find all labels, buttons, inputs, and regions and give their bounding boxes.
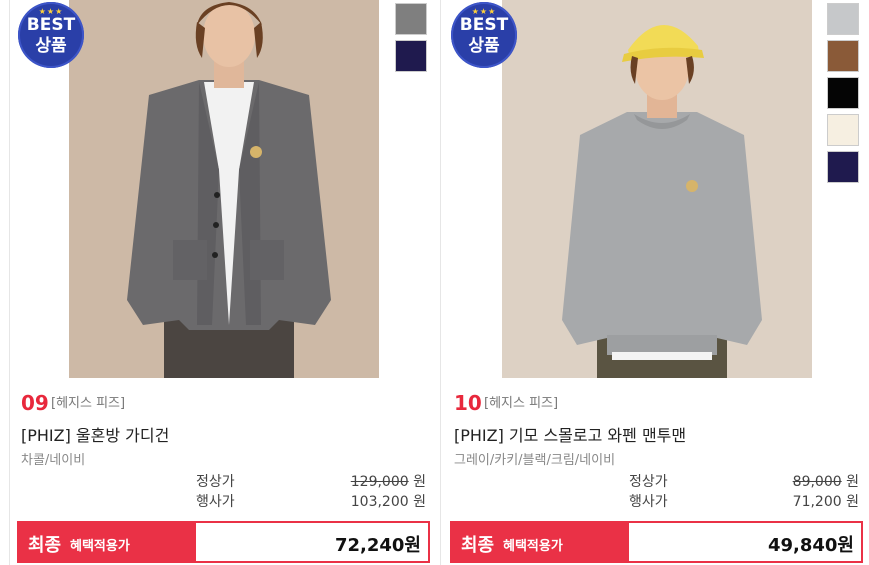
badge-label: 상품 — [35, 36, 67, 56]
brand-label: [헤지스 피즈] — [484, 396, 559, 411]
color-swatch[interactable] — [395, 40, 427, 72]
sale-price-label: 행사가 — [196, 494, 235, 510]
color-swatch[interactable] — [827, 40, 859, 72]
product-card[interactable]: ★★★ BEST 상품 10 [헤지스 피즈] [PHIZ] 기모 스몰로고 와… — [447, 0, 865, 565]
product-image[interactable] — [502, 0, 812, 378]
color-swatch[interactable] — [827, 151, 859, 183]
brand-label: [헤지스 피즈] — [51, 396, 126, 411]
sale-price-row: 행사가 71,200 원 — [609, 491, 859, 511]
best-badge: ★★★ BEST 상품 — [18, 2, 84, 68]
badge-label: BEST — [26, 15, 76, 35]
regular-price-row: 정상가 129,000 원 — [176, 471, 426, 491]
final-title: 최종 — [461, 535, 495, 556]
product-card[interactable]: ★★★ BEST 상품 09 [헤지스 피즈] [PHIZ] 울혼방 가디건 차… — [14, 0, 432, 565]
color-swatch[interactable] — [827, 77, 859, 109]
final-price-label: 최종 혜택적용가 — [19, 523, 196, 561]
sale-price: 103,200 원 — [350, 494, 426, 510]
badge-label: 상품 — [468, 36, 500, 56]
final-price-box: 최종 혜택적용가 72,240원 — [17, 521, 430, 563]
final-subtitle: 혜택적용가 — [503, 539, 563, 554]
rank-number: 09 — [21, 391, 49, 415]
sale-price-row: 행사가 103,200 원 — [176, 491, 426, 511]
rank-number: 10 — [454, 391, 482, 415]
badge-label: BEST — [459, 15, 509, 35]
divider — [440, 0, 441, 565]
final-price: 49,840원 — [767, 535, 854, 556]
final-title: 최종 — [28, 535, 62, 556]
color-swatch[interactable] — [827, 114, 859, 146]
regular-price-row: 정상가 89,000 원 — [609, 471, 859, 491]
color-swatches — [827, 3, 861, 188]
best-badge: ★★★ BEST 상품 — [451, 2, 517, 68]
product-image[interactable] — [69, 0, 379, 378]
regular-price: 89,000 원 — [792, 474, 859, 490]
color-options: 차콜/네이비 — [21, 453, 86, 468]
final-price-label: 최종 혜택적용가 — [452, 523, 629, 561]
final-price-box: 최종 혜택적용가 49,840원 — [450, 521, 863, 563]
product-name[interactable]: [PHIZ] 기모 스몰로고 와펜 맨투맨 — [454, 422, 686, 446]
final-price: 72,240원 — [334, 535, 421, 556]
product-name[interactable]: [PHIZ] 울혼방 가디건 — [21, 422, 169, 446]
regular-price-label: 정상가 — [196, 474, 235, 490]
regular-price: 129,000 원 — [350, 474, 426, 490]
divider — [9, 0, 10, 565]
color-options: 그레이/카키/블랙/크림/네이비 — [454, 453, 616, 468]
color-swatch[interactable] — [395, 3, 427, 35]
color-swatches — [395, 3, 429, 77]
sale-price: 71,200 원 — [792, 494, 859, 510]
regular-price-label: 정상가 — [629, 474, 668, 490]
sale-price-label: 행사가 — [629, 494, 668, 510]
final-subtitle: 혜택적용가 — [70, 539, 130, 554]
color-swatch[interactable] — [827, 3, 859, 35]
